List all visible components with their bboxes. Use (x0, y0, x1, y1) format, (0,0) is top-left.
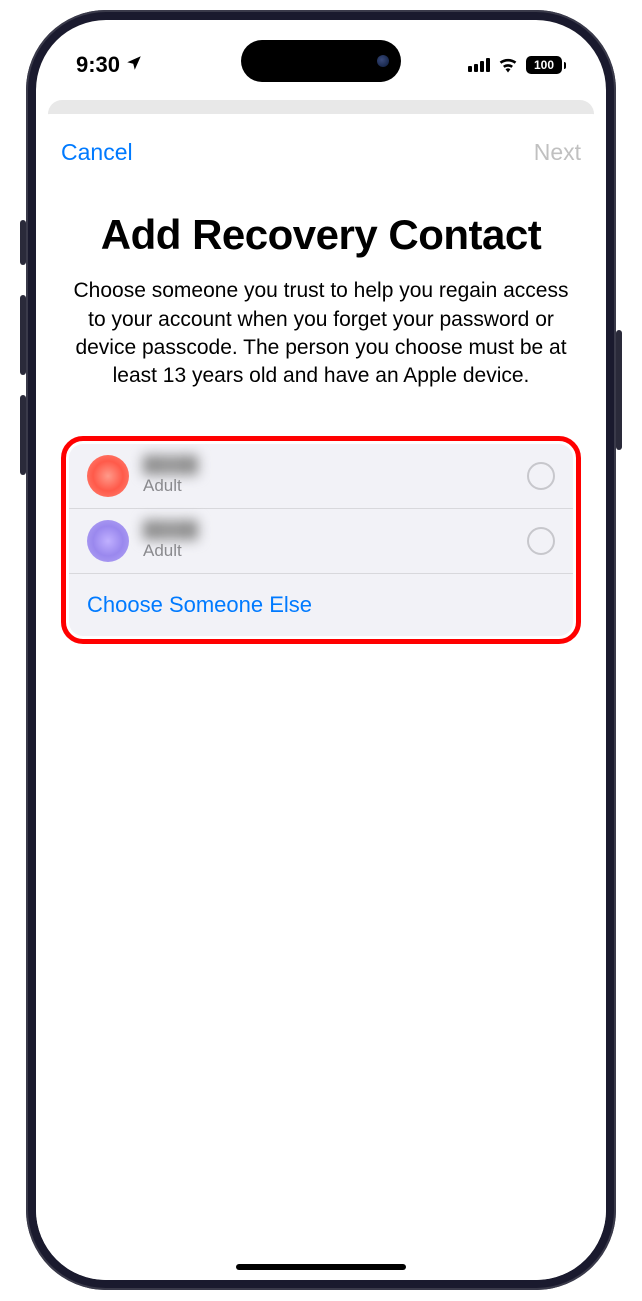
page-description: Choose someone you trust to help you reg… (61, 277, 581, 390)
contact-role: Adult (143, 476, 513, 496)
nav-bar: Cancel Next (61, 139, 581, 166)
page-title: Add Recovery Contact (61, 211, 581, 259)
choose-someone-else-button[interactable]: Choose Someone Else (69, 574, 573, 636)
contacts-list: Adult Adult Choose Someo (69, 444, 573, 636)
camera-dot (377, 55, 389, 67)
status-time: 9:30 (76, 52, 143, 78)
dynamic-island (241, 40, 401, 82)
avatar (87, 520, 129, 562)
home-indicator[interactable] (236, 1264, 406, 1270)
battery-level: 100 (526, 56, 562, 74)
contact-row[interactable]: Adult (69, 509, 573, 574)
contact-name-blurred (143, 455, 198, 475)
phone-frame: 9:30 100 (26, 10, 616, 1290)
wifi-icon (498, 57, 518, 73)
cancel-button[interactable]: Cancel (61, 139, 133, 166)
highlight-annotation: Adult Adult Choose Someo (61, 436, 581, 644)
battery-icon: 100 (526, 56, 566, 74)
avatar (87, 455, 129, 497)
radio-unselected-icon[interactable] (527, 462, 555, 490)
time-text: 9:30 (76, 52, 120, 78)
cellular-signal-icon (468, 58, 490, 72)
radio-unselected-icon[interactable] (527, 527, 555, 555)
next-button[interactable]: Next (534, 139, 581, 166)
contact-name-blurred (143, 520, 198, 540)
contact-row[interactable]: Adult (69, 444, 573, 509)
contact-role: Adult (143, 541, 513, 561)
power-button[interactable] (616, 330, 622, 450)
modal-sheet: Cancel Next Add Recovery Contact Choose … (36, 114, 606, 1280)
location-arrow-icon (125, 52, 143, 78)
